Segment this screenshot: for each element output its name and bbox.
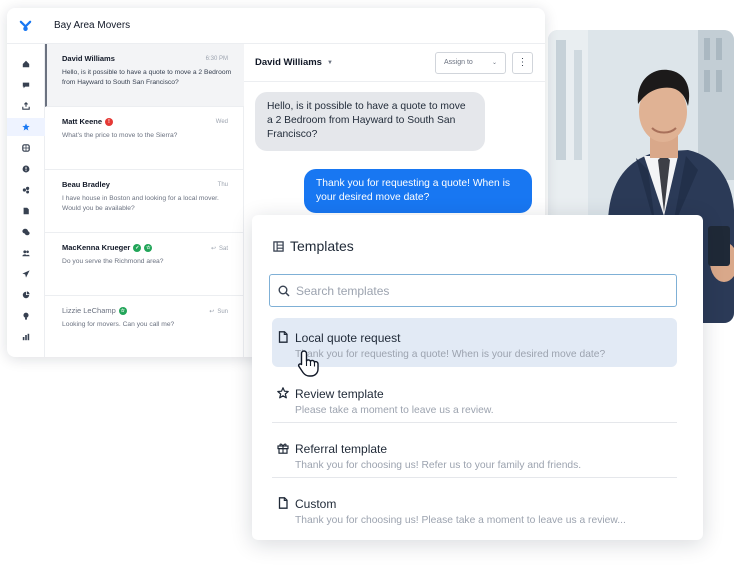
template-name: Review template bbox=[295, 387, 384, 401]
brand-logo-icon[interactable] bbox=[7, 8, 43, 44]
contact-name: Lizzie LeChamp bbox=[62, 306, 116, 315]
unread-badge-icon: ! bbox=[105, 117, 114, 126]
template-description: Thank you for choosing us! Refer us to y… bbox=[295, 460, 582, 471]
search-input[interactable] bbox=[296, 283, 656, 298]
contact-name: Matt Keene bbox=[62, 117, 103, 126]
bar-chart-icon[interactable] bbox=[7, 328, 45, 346]
template-item-custom[interactable]: Custom Thank you for choosing us! Please… bbox=[272, 484, 677, 533]
template-name: Referral template bbox=[295, 442, 388, 456]
template-name: Custom bbox=[295, 497, 337, 511]
conversation-time: Thu bbox=[217, 182, 228, 188]
review-badge-icon: ☆ bbox=[144, 243, 153, 252]
chat-icon[interactable] bbox=[7, 76, 45, 94]
send-icon[interactable] bbox=[7, 265, 45, 283]
contact-name-row: MacKenna Krueger ✓ ☆ bbox=[62, 243, 228, 252]
chevron-down-icon[interactable]: ▼ bbox=[327, 60, 333, 66]
templates-icon bbox=[273, 240, 284, 252]
template-item-local-quote[interactable]: Local quote request Thank you for reques… bbox=[272, 318, 677, 377]
contact-name: David Williams bbox=[62, 54, 115, 63]
message-preview: What's the price to move to the Sierra? bbox=[62, 132, 178, 139]
conversation-list: David Williams 6:30 PM Hello, is it poss… bbox=[45, 44, 244, 357]
reply-icon: ↩ bbox=[209, 309, 215, 315]
lightbulb-icon[interactable] bbox=[7, 307, 45, 325]
document-icon[interactable] bbox=[7, 202, 45, 220]
gift-icon bbox=[277, 443, 289, 454]
users-icon[interactable] bbox=[7, 244, 45, 262]
check-badge-icon: ✓ bbox=[133, 243, 142, 252]
chat-header: David Williams ▼ Assign to ⌄ ⋮ bbox=[244, 44, 545, 82]
message-preview: Looking for movers. Can you call me? bbox=[62, 321, 175, 328]
conversation-time: Sun bbox=[217, 308, 228, 315]
template-description: Thank you for choosing us! Please take a… bbox=[295, 515, 626, 526]
assign-to-dropdown[interactable]: Assign to ⌄ bbox=[435, 51, 506, 74]
templates-header: Templates bbox=[273, 238, 354, 254]
conversation-item[interactable]: David Williams 6:30 PM Hello, is it poss… bbox=[45, 44, 244, 107]
review-badge-icon: ☆ bbox=[118, 306, 127, 315]
comments-icon[interactable] bbox=[7, 223, 45, 241]
incoming-message: Hello, is it possible to have a quote to… bbox=[255, 92, 485, 151]
template-name: Local quote request bbox=[295, 331, 401, 345]
app-header: Bay Area Movers bbox=[7, 8, 545, 44]
template-item-referral[interactable]: Referral template Thank you for choosing… bbox=[272, 429, 677, 478]
contact-name: MacKenna Krueger bbox=[62, 243, 131, 252]
conversation-time-row: ↩ Sat bbox=[210, 245, 228, 253]
search-icon bbox=[278, 285, 290, 297]
integrations-icon[interactable] bbox=[7, 181, 45, 199]
conversation-item[interactable]: Beau Bradley Thu I have house in Boston … bbox=[45, 170, 244, 233]
reply-icon: ↩ bbox=[210, 246, 216, 252]
inbox-upload-icon[interactable] bbox=[7, 97, 45, 115]
templates-panel: Templates Local quote request Thank you … bbox=[252, 215, 703, 540]
conversation-item[interactable]: MacKenna Krueger ✓ ☆ ↩ Sat Do you serve … bbox=[45, 233, 244, 296]
home-icon[interactable] bbox=[7, 55, 45, 73]
template-description: Thank you for requesting a quote! When i… bbox=[295, 349, 606, 360]
star-icon bbox=[277, 387, 289, 399]
conversation-time-row: ↩ Sun bbox=[209, 308, 228, 316]
assign-to-label: Assign to bbox=[444, 59, 473, 66]
message-preview: Do you serve the Richmond area? bbox=[62, 258, 164, 265]
sidebar-nav bbox=[7, 44, 45, 357]
outgoing-message: Thank you for requesting a quote! When i… bbox=[304, 169, 532, 214]
template-item-review[interactable]: Review template Please take a moment to … bbox=[272, 374, 677, 423]
search-field[interactable] bbox=[269, 274, 677, 307]
app-title: Bay Area Movers bbox=[54, 20, 131, 31]
star-icon[interactable] bbox=[7, 118, 45, 136]
alert-icon[interactable] bbox=[7, 160, 45, 178]
conversation-time: 6:30 PM bbox=[205, 56, 228, 62]
templates-title: Templates bbox=[290, 238, 354, 254]
pie-chart-icon[interactable] bbox=[7, 286, 45, 304]
conversation-time: Wed bbox=[215, 119, 228, 125]
document-icon bbox=[278, 331, 288, 343]
chat-contact-name[interactable]: David Williams bbox=[255, 57, 322, 68]
chevron-down-icon: ⌄ bbox=[491, 60, 497, 66]
contact-name: Beau Bradley bbox=[62, 180, 110, 189]
contact-name-row: Matt Keene ! bbox=[62, 117, 228, 126]
conversation-item[interactable]: Matt Keene ! Wed What's the price to mov… bbox=[45, 107, 244, 170]
grid-icon[interactable] bbox=[7, 139, 45, 157]
conversation-item[interactable]: Lizzie LeChamp ☆ ↩ Sun Looking for mover… bbox=[45, 296, 244, 357]
document-icon bbox=[278, 497, 288, 509]
template-description: Please take a moment to leave us a revie… bbox=[295, 405, 494, 416]
conversation-time: Sat bbox=[218, 245, 228, 252]
message-preview: I have house in Boston and looking for a… bbox=[62, 195, 219, 213]
more-options-icon[interactable]: ⋮ bbox=[512, 51, 533, 74]
contact-name-row: Lizzie LeChamp ☆ bbox=[62, 306, 228, 315]
message-preview: Hello, is it possible to have a quote to… bbox=[62, 69, 232, 87]
